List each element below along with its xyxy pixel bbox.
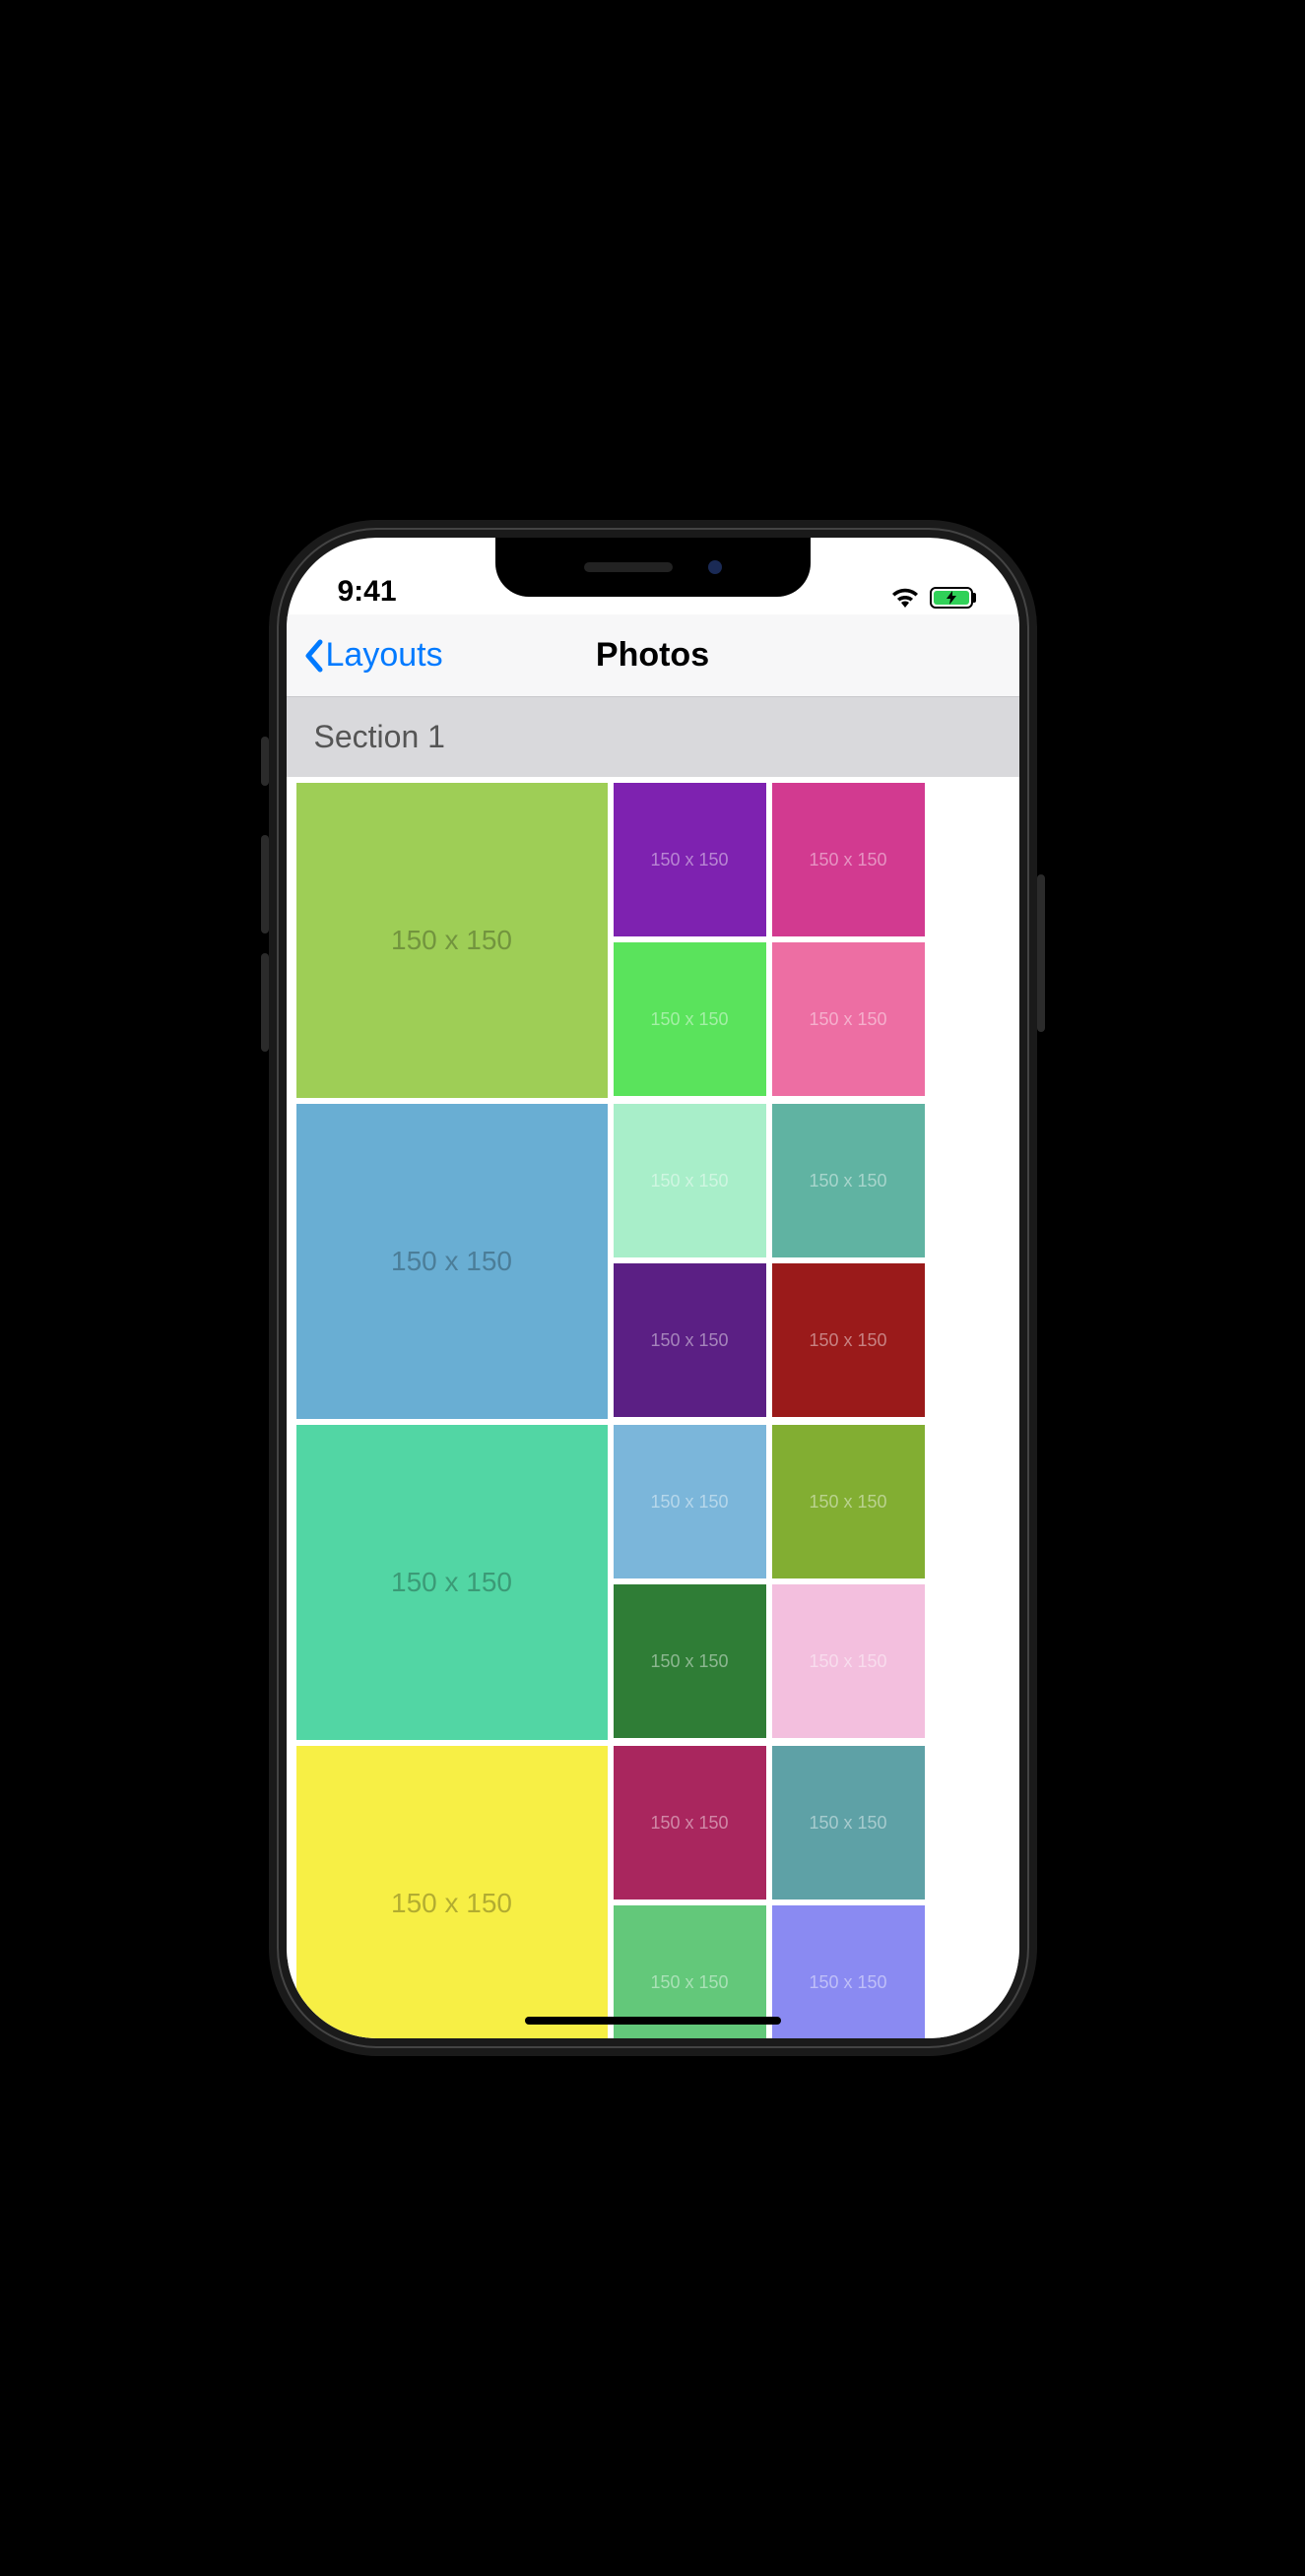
volume-down-button[interactable] [261, 953, 269, 1052]
speaker [584, 562, 673, 572]
front-camera [708, 560, 722, 574]
page-title: Photos [596, 636, 709, 675]
photo-cell-small[interactable]: 150 x 150 [772, 1425, 925, 1578]
back-button[interactable]: Layouts [302, 636, 443, 675]
photo-cell-small[interactable]: 150 x 150 [614, 1425, 766, 1578]
photo-cell-small[interactable]: 150 x 150 [614, 783, 766, 936]
silence-switch[interactable] [261, 737, 269, 786]
photo-cell-small[interactable]: 150 x 150 [772, 1746, 925, 1900]
photo-cell-large[interactable]: 150 x 150 [296, 1104, 608, 1419]
content-scroll[interactable]: Section 1 150 x 150150 x 150150 x 150150… [287, 697, 1019, 2038]
photo-cell-large[interactable]: 150 x 150 [296, 783, 608, 1098]
photo-cell-small[interactable]: 150 x 150 [614, 1584, 766, 1738]
photo-cell-small[interactable]: 150 x 150 [772, 1263, 925, 1417]
photo-cell-small[interactable]: 150 x 150 [772, 942, 925, 1096]
photo-cell-small[interactable]: 150 x 150 [772, 783, 925, 936]
stage: 9:41 [0, 0, 1305, 2576]
photo-cell-large[interactable]: 150 x 150 [296, 1425, 608, 1740]
status-time: 9:41 [338, 575, 397, 609]
back-label: Layouts [326, 636, 443, 675]
photo-cell-small[interactable]: 150 x 150 [614, 1746, 766, 1900]
photo-cell-group: 150 x 150150 x 150150 x 150150 x 150 [608, 1740, 925, 2038]
section-header: Section 1 [287, 697, 1019, 777]
home-indicator[interactable] [525, 2017, 781, 2025]
photo-cell-small[interactable]: 150 x 150 [772, 1104, 925, 1257]
device-frame: 9:41 [269, 520, 1037, 2056]
chevron-left-icon [302, 638, 324, 674]
power-button[interactable] [1037, 874, 1045, 1032]
status-indicators [890, 587, 976, 609]
photo-cell-small[interactable]: 150 x 150 [772, 1905, 925, 2038]
photo-cell-small[interactable]: 150 x 150 [772, 1584, 925, 1738]
photo-grid: 150 x 150150 x 150150 x 150150 x 150150 … [287, 777, 1019, 2038]
photo-cell-group: 150 x 150150 x 150150 x 150150 x 150 [608, 1419, 925, 1740]
wifi-icon [890, 587, 920, 609]
photo-cell-small[interactable]: 150 x 150 [614, 1263, 766, 1417]
photo-cell-group: 150 x 150150 x 150150 x 150150 x 150 [608, 777, 925, 1098]
navigation-bar: Layouts Photos [287, 614, 1019, 697]
photo-cell-small[interactable]: 150 x 150 [614, 942, 766, 1096]
photo-cell-small[interactable]: 150 x 150 [614, 1104, 766, 1257]
battery-icon [930, 587, 976, 609]
notch [495, 538, 811, 597]
screen: 9:41 [287, 538, 1019, 2038]
photo-cell-group: 150 x 150150 x 150150 x 150150 x 150 [608, 1098, 925, 1419]
photo-cell-large[interactable]: 150 x 150 [296, 1746, 608, 2038]
volume-up-button[interactable] [261, 835, 269, 934]
